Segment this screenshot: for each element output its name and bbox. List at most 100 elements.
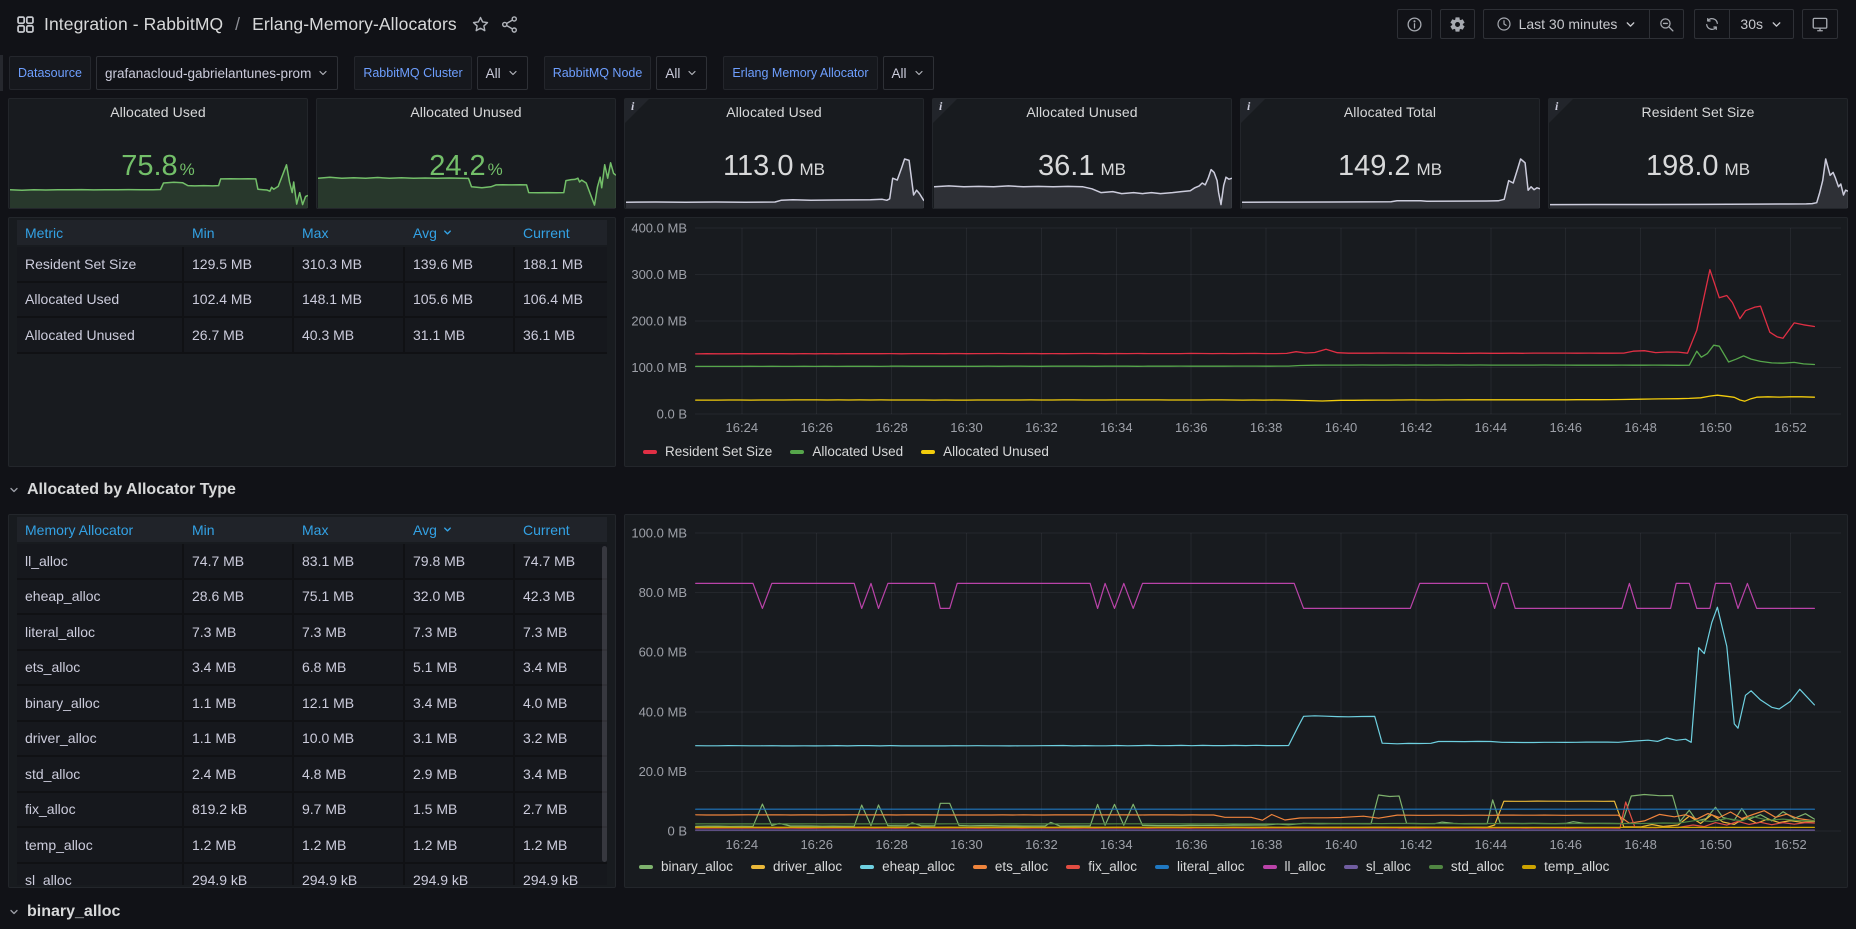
table-cell-value: 3.2 MB <box>515 722 607 758</box>
x-axis-tick-label: 16:40 <box>1325 420 1358 435</box>
table-row: Resident Set Size129.5 MB310.3 MB139.6 M… <box>17 247 607 283</box>
legend-item[interactable]: std_alloc <box>1429 859 1504 874</box>
table-cell-value: 9.7 MB <box>294 793 405 829</box>
table-row: std_alloc2.4 MB4.8 MB2.9 MB3.4 MB <box>17 757 607 793</box>
table-column-header[interactable]: Metric <box>17 220 184 245</box>
legend-swatch <box>1263 865 1277 869</box>
table-cell-value: 105.6 MB <box>405 283 515 319</box>
y-axis-tick-label: 400.0 MB <box>631 221 687 236</box>
table-column-header-label: Max <box>302 522 328 538</box>
table-cell-metric: Allocated Used <box>17 283 184 319</box>
legend-label: Resident Set Size <box>665 444 772 459</box>
series-line-eheap_alloc <box>696 607 1815 746</box>
legend-item[interactable]: Resident Set Size <box>643 444 772 459</box>
table-column-header[interactable]: Min <box>184 220 294 245</box>
legend-swatch <box>860 865 874 869</box>
legend-swatch <box>751 865 765 869</box>
breadcrumb: Integration - RabbitMQ / Erlang-Memory-A… <box>44 14 457 35</box>
legend-item[interactable]: driver_alloc <box>751 859 842 874</box>
table-column-header[interactable]: Current <box>515 517 607 542</box>
legend-item[interactable]: sl_alloc <box>1344 859 1411 874</box>
table-column-header-label: Current <box>523 225 570 241</box>
table-scrollbar[interactable] <box>602 546 607 862</box>
dashboard-insights-button[interactable] <box>1397 9 1432 39</box>
table-cell-metric: driver_alloc <box>17 722 184 758</box>
zoom-out-icon <box>1658 16 1675 33</box>
star-icon[interactable] <box>469 13 492 36</box>
legend-swatch <box>1429 865 1443 869</box>
legend-item[interactable]: literal_alloc <box>1155 859 1245 874</box>
sparkline-line <box>1550 159 1848 205</box>
table-cell-value: 7.3 MB <box>184 615 294 651</box>
legend-item[interactable]: Allocated Used <box>790 444 903 459</box>
refresh-button[interactable] <box>1694 9 1729 39</box>
variable-selected-value: grafanacloud-gabrielantunes-prom <box>105 66 311 81</box>
timeseries-plot[interactable]: 0 B20.0 MB40.0 MB60.0 MB80.0 MB100.0 MB1… <box>625 515 1847 887</box>
clock-icon <box>1496 16 1512 32</box>
sort-descending-icon <box>442 227 453 238</box>
apps-grid-icon[interactable] <box>13 12 38 37</box>
table-column-header[interactable]: Min <box>184 517 294 542</box>
x-axis-tick-label: 16:38 <box>1250 837 1283 852</box>
table-cell-value: 310.3 MB <box>294 247 405 283</box>
kiosk-mode-button[interactable] <box>1802 9 1838 39</box>
legend-label: std_alloc <box>1451 859 1504 874</box>
x-axis-tick-label: 16:28 <box>875 837 908 852</box>
refresh-interval-picker[interactable]: 30s <box>1729 9 1794 39</box>
y-axis-tick-label: 100.0 MB <box>631 526 687 541</box>
table-column-header[interactable]: Avg <box>405 220 515 245</box>
legend-swatch <box>639 865 653 869</box>
legend-label: fix_alloc <box>1088 859 1137 874</box>
stat-panel-title: Allocated Total <box>1241 104 1539 120</box>
table-column-header[interactable]: Max <box>294 220 405 245</box>
table-column-header[interactable]: Max <box>294 517 405 542</box>
variable-value-dropdown[interactable]: All <box>477 56 528 90</box>
x-axis-tick-label: 16:42 <box>1400 837 1433 852</box>
variable-label: Erlang Memory Allocator <box>723 56 877 90</box>
sparkline-area <box>626 159 924 208</box>
table-column-header[interactable]: Memory Allocator <box>17 517 184 542</box>
row-header-binary-alloc[interactable]: binary_alloc <box>8 899 120 925</box>
legend-item[interactable]: binary_alloc <box>639 859 733 874</box>
x-axis-tick-label: 16:48 <box>1624 420 1657 435</box>
time-range-picker[interactable]: Last 30 minutes <box>1483 9 1650 39</box>
legend-item[interactable]: fix_alloc <box>1066 859 1137 874</box>
breadcrumb-folder[interactable]: Integration - RabbitMQ <box>44 14 223 34</box>
sparkline-line <box>626 159 924 202</box>
variable-label: RabbitMQ Node <box>544 56 652 90</box>
sparkline-line <box>1242 159 1540 202</box>
timeseries-plot[interactable]: 0.0 B100.0 MB200.0 MB300.0 MB400.0 MB16:… <box>625 218 1847 466</box>
x-axis-tick-label: 16:26 <box>800 420 833 435</box>
x-axis-tick-label: 16:24 <box>726 420 759 435</box>
dashboard-settings-button[interactable] <box>1440 9 1475 39</box>
variable-value-dropdown[interactable]: grafanacloud-gabrielantunes-prom <box>96 56 338 90</box>
share-icon[interactable] <box>498 13 521 36</box>
table-row: Allocated Unused26.7 MB40.3 MB31.1 MB36.… <box>17 318 607 354</box>
legend-item[interactable]: ll_alloc <box>1263 859 1326 874</box>
table-row: ll_alloc74.7 MB83.1 MB79.8 MB74.7 MB <box>17 544 607 580</box>
variable-value-dropdown[interactable]: All <box>656 56 707 90</box>
zoom-out-button[interactable] <box>1649 9 1684 39</box>
chevron-down-icon <box>317 67 329 79</box>
breadcrumb-dashboard[interactable]: Erlang-Memory-Allocators <box>252 14 457 34</box>
table-cell-value: 1.1 MB <box>184 686 294 722</box>
stat-panel-allocated-used-pct: Allocated Used75.8% <box>8 98 308 209</box>
legend-item[interactable]: temp_alloc <box>1522 859 1609 874</box>
table-cell-value: 7.3 MB <box>294 615 405 651</box>
table-column-header[interactable]: Avg <box>405 517 515 542</box>
legend-label: sl_alloc <box>1366 859 1411 874</box>
table-cell-value: 36.1 MB <box>515 318 607 354</box>
table-cell-value: 7.3 MB <box>515 615 607 651</box>
sparkline-area <box>318 163 616 208</box>
table-column-header[interactable]: Current <box>515 220 607 245</box>
x-axis-tick-label: 16:32 <box>1025 420 1058 435</box>
legend-item[interactable]: ets_alloc <box>973 859 1048 874</box>
series-line-binary_alloc <box>696 795 1815 827</box>
row-header-allocated-by-allocator-type[interactable]: Allocated by Allocator Type <box>8 477 236 503</box>
legend-item[interactable]: eheap_alloc <box>860 859 955 874</box>
x-axis-tick-label: 16:24 <box>726 837 759 852</box>
legend-label: driver_alloc <box>773 859 842 874</box>
legend-item[interactable]: Allocated Unused <box>921 444 1049 459</box>
stat-sparkline <box>318 156 614 208</box>
variable-value-dropdown[interactable]: All <box>883 56 934 90</box>
